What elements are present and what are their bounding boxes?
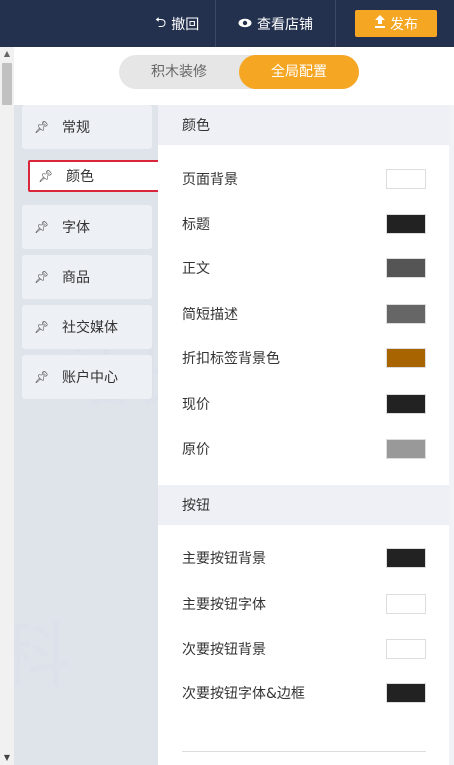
section-title: 按钮 bbox=[182, 498, 210, 514]
scrollbar[interactable]: ▲ ▼ bbox=[0, 47, 14, 765]
sidebar-item-account-center[interactable]: 📌︎ 账户中心 bbox=[22, 355, 152, 399]
view-store-button[interactable]: 查看店铺 bbox=[238, 0, 313, 47]
color-settings-panel: 颜色 页面背景 标题 正文 简短描述 折扣标签背景色 现价 原价 按钮 主要按钮… bbox=[158, 105, 449, 765]
sidebar-item-product[interactable]: 📌︎ 商品 bbox=[22, 255, 152, 299]
color-swatch[interactable] bbox=[386, 304, 426, 324]
color-swatch[interactable] bbox=[386, 548, 426, 568]
scroll-up-arrow-icon[interactable]: ▲ bbox=[0, 47, 14, 61]
color-row-primary-button-font: 主要按钮字体 bbox=[158, 589, 449, 619]
color-row-secondary-button-background: 次要按钮背景 bbox=[158, 634, 449, 664]
toolbar-divider bbox=[215, 0, 216, 47]
undo-button[interactable]: ⮌ 撤回 bbox=[155, 0, 199, 47]
sidebar-item-label: 颜色 bbox=[66, 169, 94, 185]
toolbar-divider bbox=[335, 0, 336, 47]
undo-label: 撤回 bbox=[171, 16, 200, 33]
tab-global-config[interactable]: 全局配置 bbox=[239, 55, 359, 89]
panel-edge bbox=[449, 105, 454, 765]
color-row-discount-tag-background: 折扣标签背景色 bbox=[158, 343, 449, 373]
pin-icon: 📌︎ bbox=[34, 370, 50, 384]
sidebar-item-label: 商品 bbox=[62, 270, 90, 286]
sidebar-item-label: 字体 bbox=[62, 220, 90, 236]
sidebar-item-font[interactable]: 📌︎ 字体 bbox=[22, 205, 152, 249]
color-row-short-description: 简短描述 bbox=[158, 299, 449, 329]
sidebar-item-label: 账户中心 bbox=[62, 370, 118, 386]
sidebar-item-general[interactable]: 📌︎ 常规 bbox=[22, 105, 152, 149]
color-row-body-text: 正文 bbox=[158, 253, 449, 283]
divider bbox=[182, 751, 426, 752]
color-row-primary-button-background: 主要按钮背景 bbox=[158, 543, 449, 573]
settings-sidebar: 📌︎ 常规 📌︎ 颜色 📌︎ 字体 📌︎ 商品 📌︎ 社交媒体 📌︎ 账户中心 bbox=[14, 105, 170, 765]
top-toolbar: ⮌ 撤回 查看店铺 发布 bbox=[0, 0, 454, 47]
color-row-title: 标题 bbox=[158, 209, 449, 239]
color-row-page-background: 页面背景 bbox=[158, 164, 449, 194]
color-swatch[interactable] bbox=[386, 639, 426, 659]
section-title: 颜色 bbox=[182, 118, 210, 134]
eye-icon bbox=[238, 16, 252, 32]
sidebar-item-social-media[interactable]: 📌︎ 社交媒体 bbox=[22, 305, 152, 349]
color-swatch[interactable] bbox=[386, 258, 426, 278]
pin-icon: 📌︎ bbox=[34, 120, 50, 134]
color-row-current-price: 现价 bbox=[158, 389, 449, 419]
sidebar-item-color[interactable]: 📌︎ 颜色 bbox=[28, 160, 170, 192]
scroll-down-arrow-icon[interactable]: ▼ bbox=[0, 751, 14, 765]
color-row-original-price: 原价 bbox=[158, 434, 449, 464]
scroll-thumb[interactable] bbox=[2, 63, 12, 105]
pin-icon: 📌︎ bbox=[34, 270, 50, 284]
color-swatch[interactable] bbox=[386, 169, 426, 189]
upload-icon bbox=[374, 15, 386, 32]
color-swatch[interactable] bbox=[386, 683, 426, 703]
sidebar-item-label: 社交媒体 bbox=[62, 320, 118, 336]
view-store-label: 查看店铺 bbox=[257, 16, 313, 33]
pin-icon: 📌︎ bbox=[34, 320, 50, 334]
color-swatch[interactable] bbox=[386, 439, 426, 459]
section-header-color: 颜色 bbox=[158, 105, 449, 145]
color-swatch[interactable] bbox=[386, 394, 426, 414]
color-swatch[interactable] bbox=[386, 348, 426, 368]
tab-bar: 积木装修 全局配置 bbox=[14, 47, 454, 105]
section-header-buttons: 按钮 bbox=[158, 485, 449, 525]
color-swatch[interactable] bbox=[386, 594, 426, 614]
sidebar-item-label: 常规 bbox=[62, 120, 90, 136]
tab-switch: 积木装修 全局配置 bbox=[119, 55, 359, 89]
publish-label: 发布 bbox=[390, 16, 418, 33]
pin-icon: 📌︎ bbox=[34, 220, 50, 234]
pin-icon: 📌︎ bbox=[38, 169, 54, 183]
color-row-secondary-button-font-border: 次要按钮字体&边框 bbox=[158, 678, 449, 708]
color-swatch[interactable] bbox=[386, 214, 426, 234]
publish-button[interactable]: 发布 bbox=[355, 10, 437, 37]
tab-block-decoration[interactable]: 积木装修 bbox=[119, 55, 239, 89]
undo-icon: ⮌ bbox=[155, 14, 167, 31]
